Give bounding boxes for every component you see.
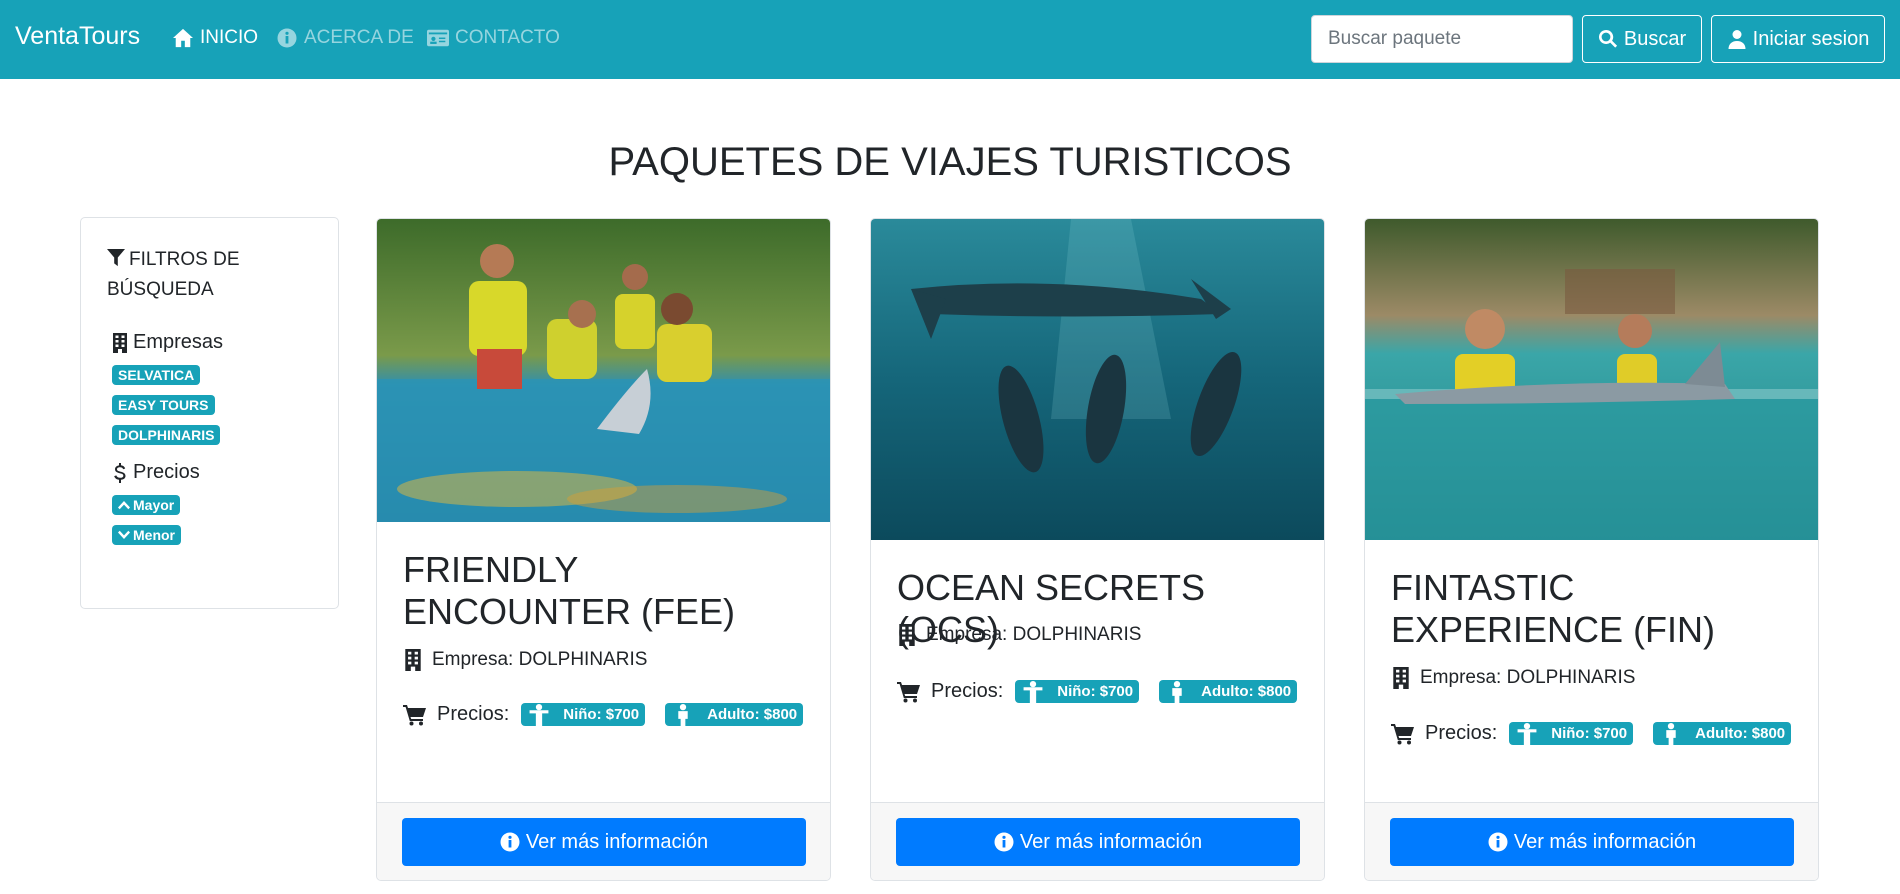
search-icon xyxy=(1598,29,1617,48)
building-icon xyxy=(405,649,421,671)
prices-section-label: Precios xyxy=(111,461,200,484)
brand-logo[interactable]: VentaTours xyxy=(15,22,140,51)
info-circle-icon xyxy=(1488,832,1508,852)
prices-label: Precios: xyxy=(437,703,510,725)
info-circle-icon xyxy=(500,832,520,852)
child-price-badge: Niño: $700 xyxy=(521,703,646,726)
search-button[interactable]: Buscar xyxy=(1582,15,1702,63)
person-icon xyxy=(1172,680,1182,703)
package-card: FRIENDLY ENCOUNTER (FEE) Empresa: DOLPHI… xyxy=(376,218,831,881)
package-card: OCEAN SECRETS (OCS) Empresa: DOLPHINARIS… xyxy=(870,218,1325,881)
more-info-label: Ver más información xyxy=(1019,830,1203,853)
company-value: DOLPHINARIS xyxy=(518,649,648,670)
login-button[interactable]: Iniciar sesion xyxy=(1711,15,1885,63)
login-button-label: Iniciar sesion xyxy=(1752,27,1870,50)
search-input[interactable] xyxy=(1311,15,1573,63)
nav-link-label: CONTACTO xyxy=(455,27,560,48)
package-title: FINTASTIC EXPERIENCE (FIN) xyxy=(1391,567,1716,650)
company-label: Empresa: xyxy=(926,624,1008,645)
companies-label: Empresas xyxy=(133,331,224,353)
adult-price: Adulto: $800 xyxy=(1201,683,1292,700)
person-icon xyxy=(1666,722,1676,745)
adult-price: Adulto: $800 xyxy=(707,706,798,723)
shopping-cart-icon xyxy=(1391,723,1414,744)
child-icon xyxy=(1517,722,1537,745)
filter-company-dolphinaris[interactable]: DOLPHINARIS xyxy=(112,425,221,445)
companies-section-label: Empresas xyxy=(111,331,223,354)
building-icon xyxy=(1393,667,1409,689)
navbar: VentaTours INICIO ACERCA DE CONTACTO Bus… xyxy=(0,0,1900,79)
filter-price-mayor-label: Mayor xyxy=(133,497,175,513)
id-card-icon xyxy=(427,29,449,47)
package-prices: Precios: Niño: $700 Adulto: $800 xyxy=(897,680,1298,703)
more-info-label: Ver más información xyxy=(1513,830,1697,853)
nav-link-label: INICIO xyxy=(200,27,259,48)
adult-price-badge: Adulto: $800 xyxy=(665,703,804,726)
shopping-cart-icon xyxy=(403,704,426,725)
package-prices: Precios: Niño: $700 Adulto: $800 xyxy=(1391,722,1792,745)
child-price: Niño: $700 xyxy=(1551,725,1628,742)
search-button-label: Buscar xyxy=(1623,27,1687,50)
card-footer: Ver más información xyxy=(871,802,1324,880)
package-company: Empresa: DOLPHINARIS xyxy=(1391,667,1635,689)
filter-price-menor[interactable]: Menor xyxy=(112,525,181,545)
chevron-up-icon xyxy=(118,501,130,510)
package-prices: Precios: Niño: $700 Adulto: $800 xyxy=(403,703,804,726)
nav-link-label: ACERCA DE xyxy=(304,27,414,48)
filter-price-mayor[interactable]: Mayor xyxy=(112,495,181,515)
filters-heading-label: FILTROS DE BÚSQUEDA xyxy=(107,249,240,300)
card-footer: Ver más información xyxy=(1365,802,1818,880)
info-circle-icon xyxy=(994,832,1014,852)
prices-label: Precios: xyxy=(1425,722,1498,744)
package-image[interactable] xyxy=(377,219,831,522)
company-value: DOLPHINARIS xyxy=(1506,667,1636,688)
more-info-button[interactable]: Ver más información xyxy=(896,818,1300,866)
child-price: Niño: $700 xyxy=(563,706,640,723)
package-company: Empresa: DOLPHINARIS xyxy=(403,649,647,671)
package-title: FRIENDLY ENCOUNTER (FEE) xyxy=(403,549,735,632)
package-image[interactable] xyxy=(871,219,1325,540)
more-info-label: Ver más información xyxy=(525,830,709,853)
filters-heading: FILTROS DE BÚSQUEDA xyxy=(107,245,317,305)
child-price-badge: Niño: $700 xyxy=(1509,722,1634,745)
package-company: Empresa: DOLPHINARIS xyxy=(897,624,1141,646)
filter-company-selvatica[interactable]: SELVATICA xyxy=(112,365,201,385)
nav-link-contacto[interactable]: CONTACTO xyxy=(427,27,560,49)
home-icon xyxy=(173,28,193,48)
more-info-button[interactable]: Ver más información xyxy=(1390,818,1794,866)
chevron-down-icon xyxy=(118,530,130,539)
adult-price: Adulto: $800 xyxy=(1695,725,1786,742)
company-label: Empresa: xyxy=(432,649,514,670)
building-icon xyxy=(113,332,127,353)
child-price-badge: Niño: $700 xyxy=(1015,680,1140,703)
more-info-button[interactable]: Ver más información xyxy=(402,818,806,866)
package-image[interactable] xyxy=(1365,219,1819,540)
adult-price-badge: Adulto: $800 xyxy=(1653,722,1792,745)
filter-price-menor-label: Menor xyxy=(133,527,175,543)
child-icon xyxy=(529,703,549,726)
dollar-icon xyxy=(114,462,126,483)
person-icon xyxy=(678,703,688,726)
card-footer: Ver más información xyxy=(377,802,830,880)
filter-company-easy-tours[interactable]: EASY TOURS xyxy=(112,395,215,415)
adult-price-badge: Adulto: $800 xyxy=(1159,680,1298,703)
child-icon xyxy=(1023,680,1043,703)
package-card: FINTASTIC EXPERIENCE (FIN) Empresa: DOLP… xyxy=(1364,218,1819,881)
company-label: Empresa: xyxy=(1420,667,1502,688)
nav-link-acerca-de[interactable]: ACERCA DE xyxy=(276,27,414,49)
prices-label: Precios: xyxy=(931,680,1004,702)
child-price: Niño: $700 xyxy=(1057,683,1134,700)
prices-label: Precios xyxy=(133,461,200,483)
info-circle-icon xyxy=(277,28,297,48)
filter-icon xyxy=(107,249,125,267)
nav-link-inicio[interactable]: INICIO xyxy=(172,27,258,49)
filters-panel: FILTROS DE BÚSQUEDA Empresas SELVATICA E… xyxy=(80,217,339,609)
shopping-cart-icon xyxy=(897,681,920,702)
page-title: PAQUETES DE VIAJES TURISTICOS xyxy=(608,140,1292,184)
building-icon xyxy=(899,624,915,646)
user-icon xyxy=(1728,30,1746,49)
company-value: DOLPHINARIS xyxy=(1012,624,1142,645)
